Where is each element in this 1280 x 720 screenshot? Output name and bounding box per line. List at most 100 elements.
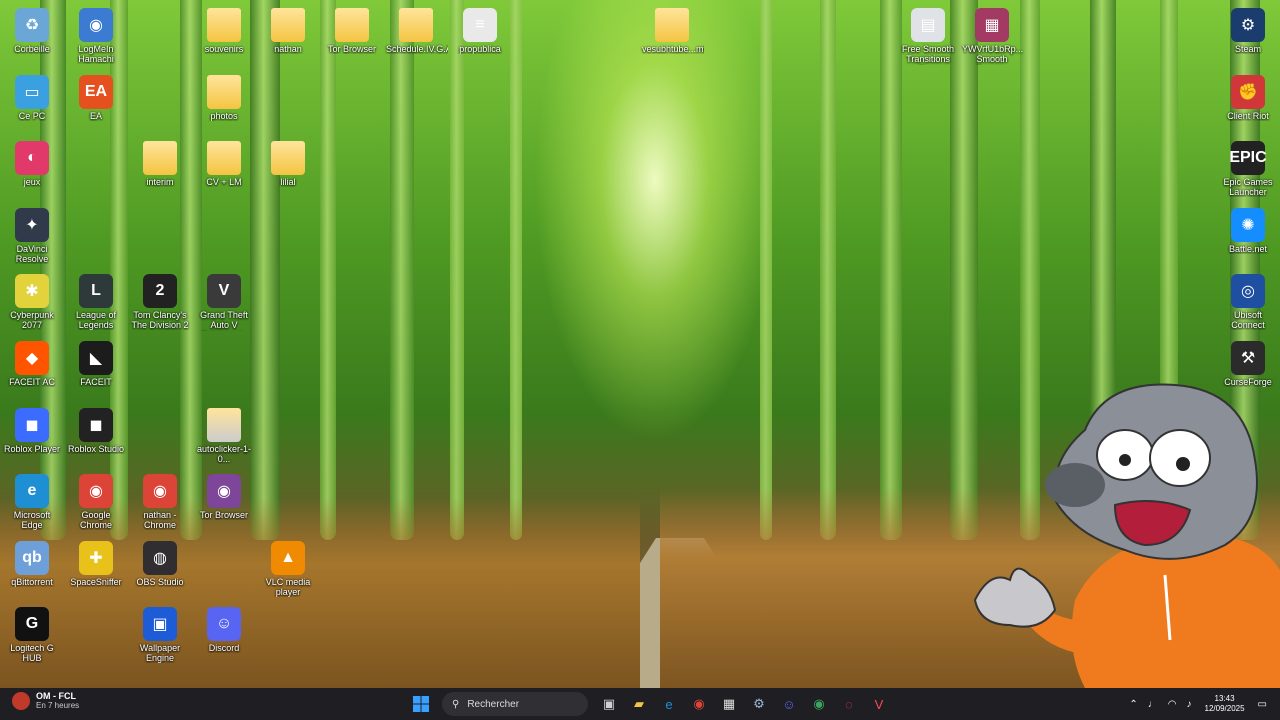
- bamboo-stalk: [510, 0, 522, 540]
- desktop-icon[interactable]: nathan: [256, 4, 320, 54]
- desktop-icon[interactable]: qb qBittorrent: [0, 537, 64, 587]
- desktop-icon-label: Grand Theft Auto V Enhanced - R...: [200, 310, 248, 331]
- desktop-icon[interactable]: ◉ nathan - Chrome: [128, 470, 192, 530]
- desktop-icon[interactable]: ☺ Discord: [192, 603, 256, 653]
- taskbar-steam-icon[interactable]: ⚙: [746, 691, 772, 717]
- bamboo-stalk: [320, 0, 336, 540]
- taskbar: OM - FCL En 7 heures ⚲ Rechercher ▣ ▰ e ◉ ▦ ⚙…: [0, 688, 1280, 720]
- desktop-icon[interactable]: ▭ Ce PC: [0, 71, 64, 121]
- desktop-icon[interactable]: autoclicker-1-0...: [192, 404, 256, 464]
- desktop-icon-label: Ubisoft Connect: [1231, 310, 1265, 330]
- desktop-icon-label: Epic Games Launcher: [1223, 177, 1273, 197]
- desktop-icon-label: souvenirs: [204, 44, 244, 54]
- bamboo-stalk: [820, 0, 836, 540]
- desktop-icon-label: Free Smooth Transitions Pa...: [901, 44, 955, 65]
- folder-icon: [143, 141, 177, 175]
- desktop-icon-label: Roblox Player: [3, 444, 61, 454]
- desktop-icon[interactable]: ✦ DaVinci Resolve: [0, 204, 64, 264]
- desktop-icon[interactable]: 2 Tom Clancy's The Division 2: [128, 270, 192, 330]
- desktop-icon[interactable]: ▣ Wallpaper Engine: [128, 603, 192, 663]
- desktop-icon[interactable]: ◉ Tor Browser: [192, 470, 256, 520]
- desktop-icon[interactable]: ◉ LogMeIn Hamachi: [64, 4, 128, 64]
- desktop-icon[interactable]: ◣ FACEIT: [64, 337, 128, 387]
- chevron-up-icon[interactable]: ⌃: [1129, 699, 1137, 710]
- app-icon: ◎: [1231, 274, 1265, 308]
- desktop-icon[interactable]: lilial: [256, 137, 320, 187]
- desktop-icon[interactable]: VGrand Theft Auto V Enhanced - R...: [192, 270, 256, 331]
- desktop-icon[interactable]: Tor Browser: [320, 4, 384, 54]
- desktop-icon[interactable]: vesubhtube...mt...: [640, 4, 704, 54]
- app-icon: ✊: [1231, 75, 1265, 109]
- desktop-icon[interactable]: EPIC Epic Games Launcher: [1216, 137, 1280, 197]
- app-icon: L: [79, 274, 113, 308]
- desktop-icon[interactable]: interim: [128, 137, 192, 187]
- desktop-icon-label: Client Riot: [1227, 111, 1269, 121]
- desktop-icon[interactable]: ◐ jeux: [0, 137, 64, 187]
- app-icon: ◉: [79, 8, 113, 42]
- desktop-icon[interactable]: e Microsoft Edge: [0, 470, 64, 530]
- desktop-icon[interactable]: L League of Legends: [64, 270, 128, 330]
- desktop-icon-label: nathan - Chrome: [143, 510, 177, 530]
- desktop-icon-label: Tor Browser: [199, 510, 248, 520]
- weather-widget[interactable]: OM - FCL En 7 heures: [12, 691, 79, 710]
- desktop-icon[interactable]: G Logitech G HUB: [0, 603, 64, 663]
- desktop-icon[interactable]: ◼ Roblox Studio: [64, 404, 128, 454]
- app-icon: EA: [79, 75, 113, 109]
- bamboo-stalk: [760, 0, 772, 540]
- desktop-icon-label: Corbeille: [14, 44, 50, 54]
- taskbar-edge-icon[interactable]: e: [656, 691, 682, 717]
- taskbar-chrome-profile-icon[interactable]: ◉: [806, 691, 832, 717]
- taskbar-search[interactable]: ⚲ Rechercher: [442, 692, 588, 716]
- desktop-icon[interactable]: souvenirs: [192, 4, 256, 54]
- desktop-icon-label: LogMeIn Hamachi: [78, 44, 114, 64]
- app-icon: ◆: [15, 341, 49, 375]
- desktop-icon-label: Google Chrome: [79, 510, 112, 530]
- desktop-icon-label: YWVrfU1bRp... Smooth Transi...: [962, 44, 1024, 65]
- search-icon: ⚲: [452, 698, 460, 710]
- desktop-icon[interactable]: ♻ Corbeille: [0, 4, 64, 54]
- wifi-icon[interactable]: ◠: [1168, 699, 1177, 710]
- desktop-icon[interactable]: ◍ OBS Studio: [128, 537, 192, 587]
- taskbar-chrome-icon[interactable]: ◉: [686, 691, 712, 717]
- app-icon: qb: [15, 541, 49, 575]
- desktop-icon-label: vesubhtube...mt...: [642, 44, 704, 54]
- desktop-icon[interactable]: CV + LM: [192, 137, 256, 187]
- taskbar-store-icon[interactable]: ▦: [716, 691, 742, 717]
- app-icon: ◉: [79, 474, 113, 508]
- desktop-icon[interactable]: photos: [192, 71, 256, 121]
- desktop-icon[interactable]: ✺ Battle.net: [1216, 204, 1280, 254]
- desktop-icon-label: EA: [89, 111, 102, 121]
- desktop-icon-label: SpaceSniffer: [70, 577, 122, 587]
- desktop-icon[interactable]: ≡ propublica: [448, 4, 512, 54]
- desktop-icon[interactable]: ◼ Roblox Player: [0, 404, 64, 454]
- desktop-icon[interactable]: ▦YWVrfU1bRp... Smooth Transi...: [960, 4, 1024, 65]
- microphone-icon[interactable]: ♩: [1148, 699, 1158, 710]
- app-icon: ◉: [207, 474, 241, 508]
- volume-icon[interactable]: ♪: [1187, 699, 1192, 710]
- desktop-icon-label: Discord: [208, 643, 240, 653]
- desktop-icon[interactable]: Schedule.IV.G.A...: [384, 4, 448, 54]
- bamboo-stalk: [450, 0, 464, 540]
- clock[interactable]: 13:43 12/09/2025: [1205, 694, 1245, 714]
- weather-title: OM - FCL: [36, 691, 76, 701]
- desktop-icon[interactable]: ▲ VLC media player: [256, 537, 320, 597]
- desktop-icon[interactable]: ✚ SpaceSniffer: [64, 537, 128, 587]
- taskbar-valorant-icon[interactable]: V: [866, 691, 892, 717]
- notification-icon[interactable]: ▭: [1258, 699, 1267, 710]
- desktop-icon[interactable]: ◎ Ubisoft Connect: [1216, 270, 1280, 330]
- desktop-icon[interactable]: ✱ Cyberpunk 2077: [0, 270, 64, 330]
- folder-icon: [335, 8, 369, 42]
- desktop-icon[interactable]: ⚙ Steam: [1216, 4, 1280, 54]
- taskbar-discord-icon[interactable]: ☺: [776, 691, 802, 717]
- desktop-icon[interactable]: ◉ Google Chrome: [64, 470, 128, 530]
- desktop-icon[interactable]: ▤Free Smooth Transitions Pa...: [896, 4, 960, 65]
- taskbar-file-explorer-icon[interactable]: ▰: [626, 691, 652, 717]
- desktop-icon[interactable]: EA EA: [64, 71, 128, 121]
- desktop-icon[interactable]: ◆ FACEIT AC: [0, 337, 64, 387]
- system-tray: ⌃ ♩ ◠ ♪ 13:43 12/09/2025 ▭: [1124, 688, 1272, 720]
- start-button[interactable]: [408, 691, 434, 717]
- taskbar-task-view-icon[interactable]: ▣: [596, 691, 622, 717]
- desktop-icon-label: VLC media player: [265, 577, 311, 597]
- desktop-icon[interactable]: ✊ Client Riot: [1216, 71, 1280, 121]
- taskbar-opera-gx-icon[interactable]: ◌: [836, 691, 862, 717]
